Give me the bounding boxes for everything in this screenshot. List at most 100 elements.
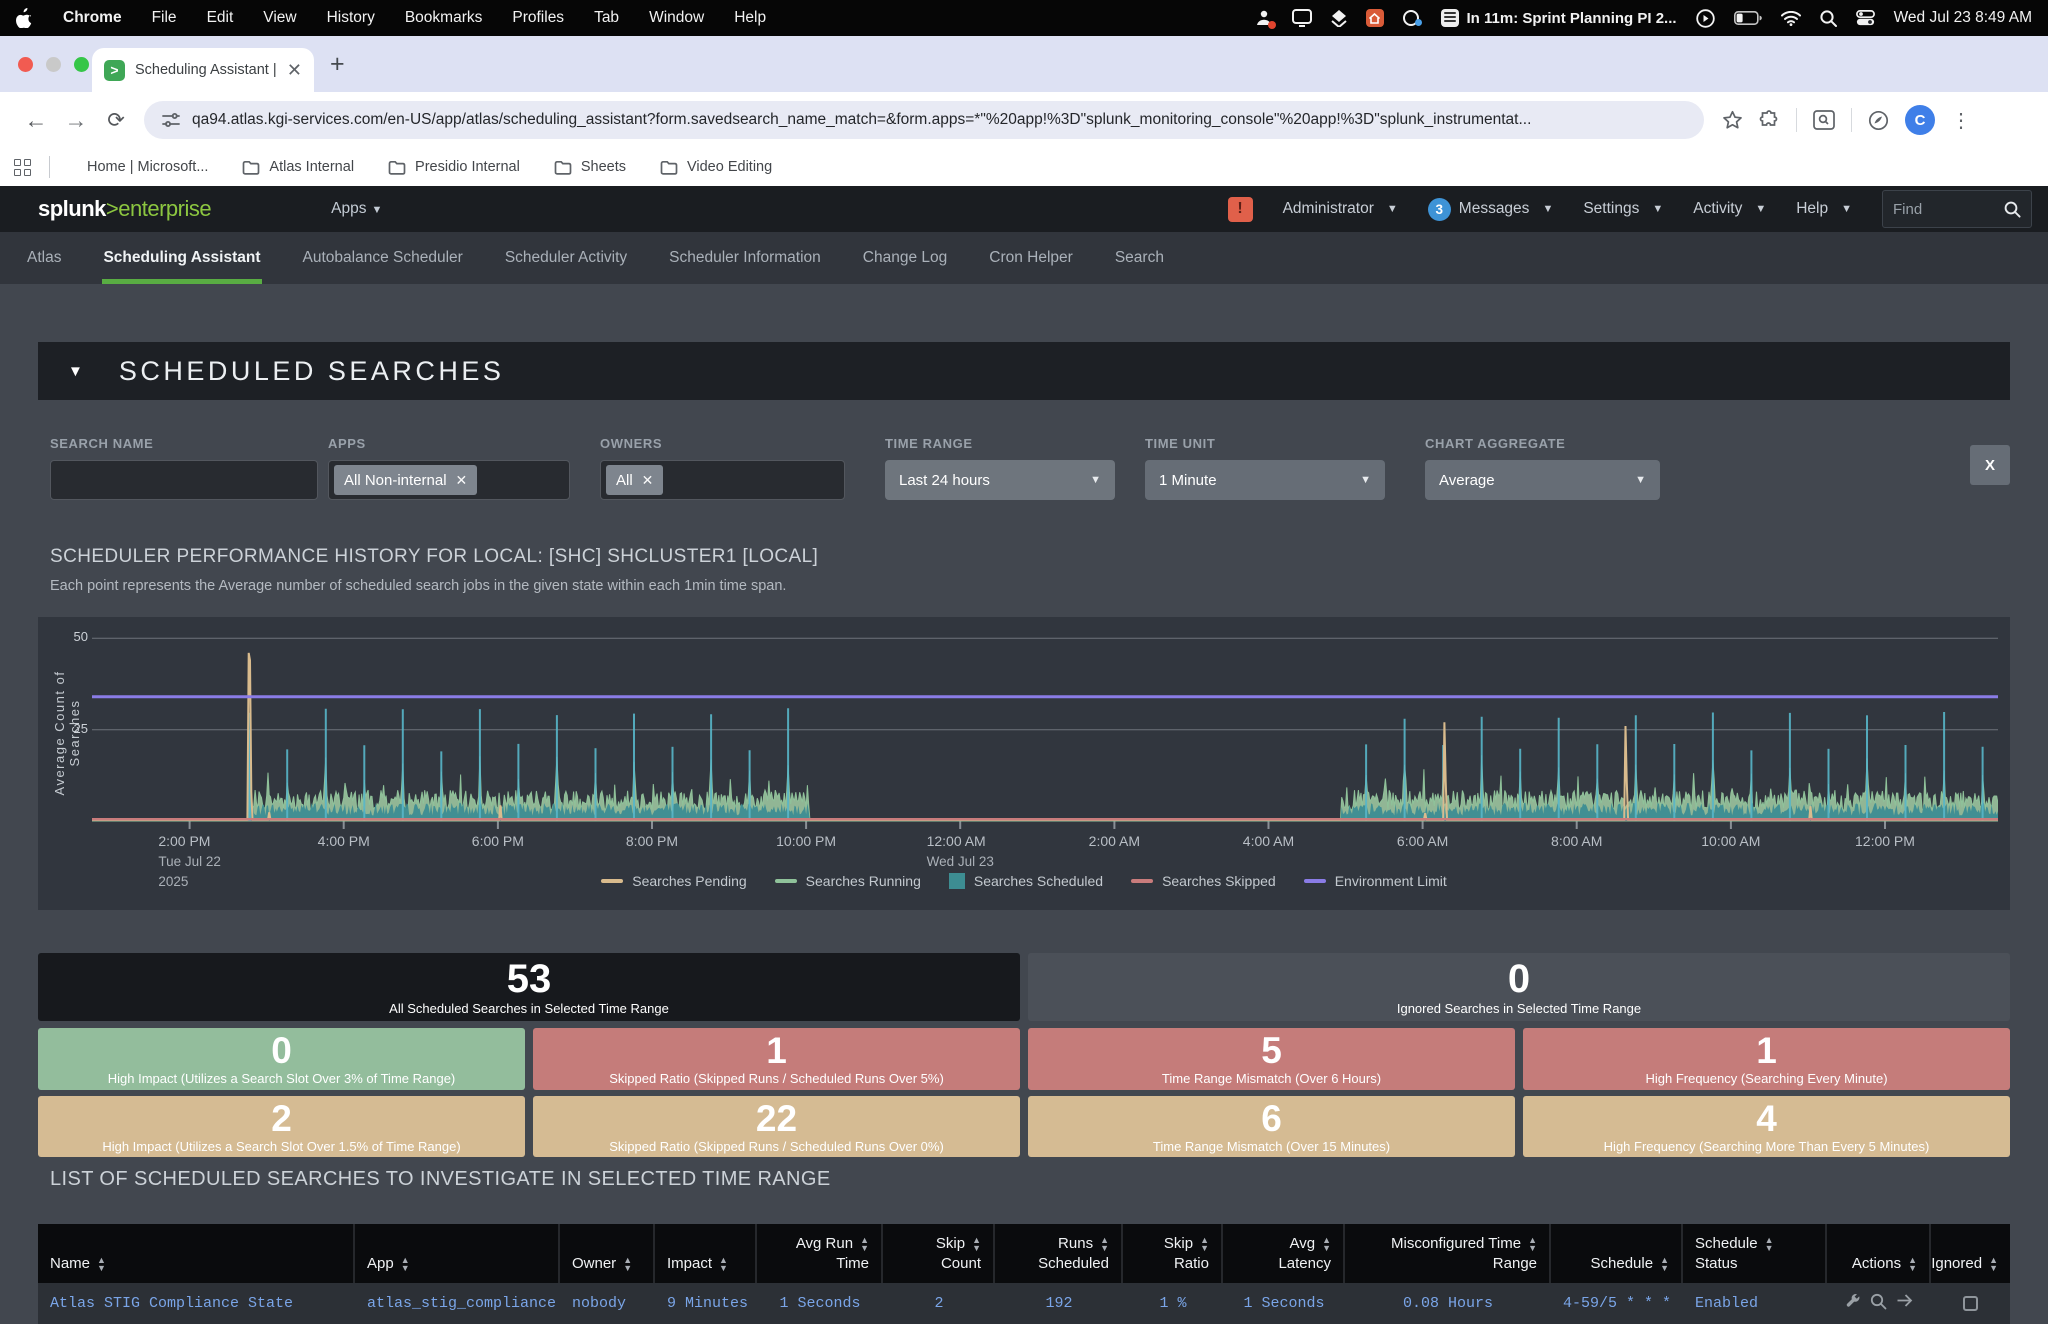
column-header-app[interactable]: App▲▼: [355, 1224, 560, 1283]
nav-tab-scheduler-information[interactable]: Scheduler Information: [668, 232, 822, 284]
sort-icon[interactable]: ▲▼: [972, 1236, 981, 1252]
control-center-icon[interactable]: [1856, 10, 1875, 26]
column-header-avg-run[interactable]: Avg Run▲▼Time: [757, 1224, 883, 1283]
shortcuts-icon[interactable]: [1331, 9, 1347, 27]
sort-icon[interactable]: ▲▼: [1989, 1256, 1998, 1272]
time-range-select[interactable]: Last 24 hours▼: [885, 460, 1115, 500]
column-header-skip[interactable]: Skip▲▼Ratio: [1123, 1224, 1223, 1283]
apps-filter-tag[interactable]: All Non-internal✕: [334, 465, 477, 495]
nav-tab-scheduler-activity[interactable]: Scheduler Activity: [504, 232, 628, 284]
remove-tag-icon[interactable]: ✕: [642, 472, 654, 489]
menubar-item-edit[interactable]: Edit: [207, 9, 234, 27]
sort-icon[interactable]: ▲▼: [1322, 1236, 1331, 1252]
site-settings-icon[interactable]: [162, 111, 180, 129]
nav-tab-cron-helper[interactable]: Cron Helper: [988, 232, 1074, 284]
wifi-icon[interactable]: [1781, 11, 1801, 26]
menubar-item-profiles[interactable]: Profiles: [512, 9, 564, 27]
column-header-misconfigured-time[interactable]: Misconfigured Time▲▼Range: [1345, 1224, 1551, 1283]
calendar-status[interactable]: In 11m: Sprint Planning PI 2...: [1441, 9, 1677, 27]
sort-icon[interactable]: ▲▼: [860, 1236, 869, 1252]
sort-icon[interactable]: ▲▼: [1200, 1236, 1209, 1252]
sync-icon[interactable]: [1403, 9, 1422, 27]
time-unit-select[interactable]: 1 Minute▼: [1145, 460, 1385, 500]
inspect-icon[interactable]: [1870, 1293, 1887, 1324]
apps-menu[interactable]: Apps▼: [331, 200, 382, 218]
nav-tab-atlas[interactable]: Atlas: [26, 232, 62, 284]
menubar-clock[interactable]: Wed Jul 23 8:49 AM: [1894, 9, 2032, 27]
column-header-runs[interactable]: Runs▲▼Scheduled: [995, 1224, 1123, 1283]
extension-leaf-icon[interactable]: [1868, 110, 1889, 131]
apps-grid-icon[interactable]: [14, 159, 31, 176]
bookmark-folder[interactable]: Atlas Internal: [232, 159, 364, 175]
sort-icon[interactable]: ▲▼: [1528, 1236, 1537, 1252]
sort-icon[interactable]: ▲▼: [1908, 1256, 1917, 1272]
search-name-input[interactable]: [50, 460, 318, 500]
activity-menu[interactable]: Activity▼: [1693, 200, 1766, 218]
legend-item[interactable]: Searches Running: [775, 873, 921, 889]
column-header-owner[interactable]: Owner▲▼: [560, 1224, 655, 1283]
cell-name[interactable]: Atlas STIG Compliance State: [38, 1283, 355, 1324]
sort-icon[interactable]: ▲▼: [1765, 1236, 1774, 1252]
bookmark-item[interactable]: Home | Microsoft...: [68, 159, 218, 175]
table-row[interactable]: Atlas STIG Compliance Stateatlas_stig_co…: [38, 1283, 2010, 1324]
omnibox[interactable]: qa94.atlas.kgi-services.com/en-US/app/at…: [144, 101, 1704, 139]
side-panel-search-icon[interactable]: [1813, 110, 1835, 130]
column-header-skip[interactable]: Skip▲▼Count: [883, 1224, 995, 1283]
spotlight-search-icon[interactable]: [1820, 10, 1837, 27]
legend-item[interactable]: Searches Scheduled: [949, 873, 1103, 889]
menubar-item-view[interactable]: View: [263, 9, 296, 27]
ignore-checkbox[interactable]: [1963, 1296, 1978, 1311]
nav-tab-change-log[interactable]: Change Log: [862, 232, 948, 284]
menubar-item-window[interactable]: Window: [649, 9, 704, 27]
legend-item[interactable]: Searches Pending: [601, 873, 746, 889]
window-minimize-button[interactable]: [46, 57, 61, 72]
legend-item[interactable]: Searches Skipped: [1131, 873, 1276, 889]
administrator-menu[interactable]: Administrator▼: [1283, 200, 1398, 218]
window-close-button[interactable]: [18, 57, 33, 72]
nav-tab-scheduling-assistant[interactable]: Scheduling Assistant: [102, 232, 261, 284]
extensions-icon[interactable]: [1759, 110, 1780, 131]
nav-tab-search[interactable]: Search: [1114, 232, 1165, 284]
settings-menu[interactable]: Settings▼: [1583, 200, 1663, 218]
sort-icon[interactable]: ▲▼: [97, 1256, 106, 1272]
menubar-item-file[interactable]: File: [152, 9, 177, 27]
collapse-triangle-icon[interactable]: ▼: [68, 363, 83, 380]
find-box[interactable]: [1882, 190, 2032, 228]
column-header-ignored[interactable]: Ignored▲▼: [1931, 1224, 2010, 1283]
scheduled-searches-panel-header[interactable]: ▼ SCHEDULED SEARCHES: [38, 342, 2010, 400]
sort-icon[interactable]: ▲▼: [1660, 1256, 1669, 1272]
home-icon[interactable]: [1366, 9, 1384, 27]
find-search-icon[interactable]: [2004, 201, 2021, 218]
back-button[interactable]: ←: [16, 107, 56, 134]
chart-aggregate-select[interactable]: Average▼: [1425, 460, 1660, 500]
menubar-item-history[interactable]: History: [327, 9, 375, 27]
new-tab-button[interactable]: +: [330, 53, 345, 75]
profile-avatar[interactable]: C: [1905, 105, 1935, 135]
display-icon[interactable]: [1292, 9, 1312, 27]
menubar-item-tab[interactable]: Tab: [594, 9, 619, 27]
column-header-schedule[interactable]: Schedule▲▼: [1551, 1224, 1683, 1283]
column-header-avg[interactable]: Avg▲▼Latency: [1223, 1224, 1345, 1283]
help-menu[interactable]: Help▼: [1796, 200, 1852, 218]
remove-tag-icon[interactable]: ✕: [456, 472, 468, 489]
bookmark-star-icon[interactable]: [1722, 110, 1743, 131]
bookmark-folder[interactable]: Sheets: [544, 159, 636, 175]
sort-icon[interactable]: ▲▼: [623, 1256, 632, 1272]
bookmark-folder[interactable]: Video Editing: [650, 159, 782, 175]
open-search-icon[interactable]: [1896, 1293, 1914, 1324]
sort-icon[interactable]: ▲▼: [719, 1256, 728, 1272]
health-warning-badge[interactable]: !: [1228, 197, 1253, 222]
apple-icon[interactable]: [16, 8, 33, 28]
splunk-logo[interactable]: splunk>enterprise: [38, 196, 211, 222]
chart-plot-area[interactable]: [92, 631, 1998, 831]
menubar-item-bookmarks[interactable]: Bookmarks: [405, 9, 483, 27]
bookmark-folder[interactable]: Presidio Internal: [378, 159, 530, 175]
column-header-impact[interactable]: Impact▲▼: [655, 1224, 757, 1283]
nav-tab-autobalance-scheduler[interactable]: Autobalance Scheduler: [302, 232, 464, 284]
chrome-menu-icon[interactable]: ⋮: [1951, 108, 1971, 133]
clear-filters-button[interactable]: X: [1970, 445, 2010, 485]
forward-button[interactable]: →: [56, 107, 96, 134]
owners-filter-input[interactable]: All✕: [600, 460, 845, 500]
column-header-schedule[interactable]: Schedule▲▼Status: [1683, 1224, 1827, 1283]
owners-filter-tag[interactable]: All✕: [606, 465, 663, 495]
